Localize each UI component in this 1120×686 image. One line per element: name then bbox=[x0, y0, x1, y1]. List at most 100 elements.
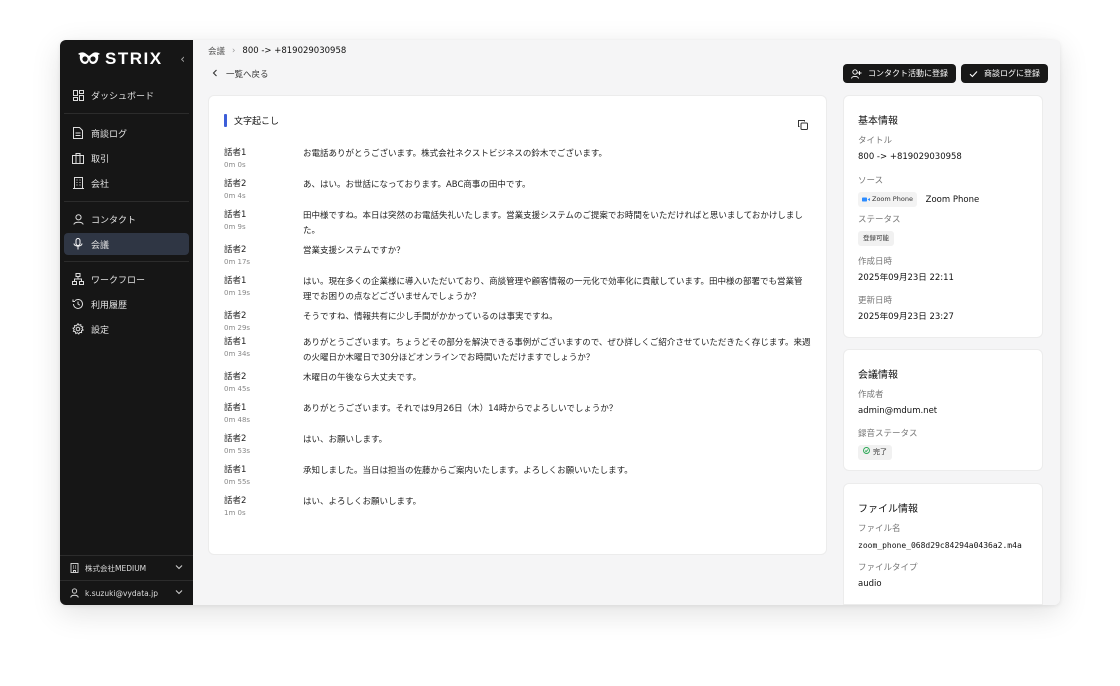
utterance-text: ありがとうございます。ちょうどその部分を解決できる事例がございますので、ぜひ詳し… bbox=[303, 338, 811, 363]
field-label: ソース bbox=[858, 176, 884, 186]
sidebar-item-label: 利用履歴 bbox=[91, 300, 128, 311]
created-value: 2025年09月23日 22:11 bbox=[858, 273, 954, 283]
basic-info-card: 基本情報 タイトル 800 -> +819029030958 ソース Zoom … bbox=[843, 95, 1043, 338]
sidebar-item-dashboard[interactable]: ダッシュボード bbox=[64, 84, 189, 106]
strix-logo-icon bbox=[77, 51, 101, 67]
speaker-name: 話者1 bbox=[224, 210, 247, 220]
meeting-info-card: 会議情報 作成者 admin@mdum.net 録音ステータス 完了 bbox=[843, 349, 1043, 471]
microphone-icon bbox=[71, 237, 85, 251]
back-label: 一覧へ戻る bbox=[226, 70, 269, 80]
utterance-text: あ、はい。お世話になっております。ABC商事の田中です。 bbox=[303, 180, 531, 190]
timestamp: 0m 55s bbox=[224, 478, 251, 486]
check-circle-icon bbox=[863, 447, 870, 458]
main-content: 会議 › 800 -> +819029030958 一覧へ戻る コンタクト活動に… bbox=[193, 40, 1060, 605]
chevron-down-icon bbox=[175, 563, 183, 572]
transcript-row: 話者1 0m 48s ありがとうございます。それでは9月26日（木）14時からでよ… bbox=[224, 403, 811, 434]
org-switcher[interactable]: 株式会社MEDIUM bbox=[60, 555, 193, 580]
file-name-value: zoom_phone_068d29c84294a0436a2.m4a bbox=[858, 541, 1022, 550]
utterance-text: 営業支援システムですか？ bbox=[303, 246, 405, 256]
field-label: 録音ステータス bbox=[858, 429, 918, 439]
check-icon bbox=[969, 70, 978, 78]
transcript-header: 文字起こし bbox=[224, 114, 279, 127]
speaker-name: 話者2 bbox=[224, 311, 247, 321]
recording-status-field: 録音ステータス 完了 bbox=[858, 429, 1034, 460]
timestamp: 0m 17s bbox=[224, 258, 251, 266]
field-label: ステータス bbox=[858, 215, 901, 225]
source-value: Zoom Phone bbox=[925, 195, 980, 205]
timestamp: 1m 0s bbox=[224, 509, 246, 517]
speaker-name: 話者1 bbox=[224, 337, 247, 347]
sidebar-item-label: 商談ログ bbox=[91, 129, 128, 140]
utterance-text: はい。現在多くの企業様に導入いただいており、商談管理や顧客情報の一元化で効率化に… bbox=[303, 277, 803, 302]
file-name-field: ファイル名 zoom_phone_068d29c84294a0436a2.m4a bbox=[858, 524, 1034, 551]
field-label: 更新日時 bbox=[858, 296, 893, 306]
updated-field: 更新日時 2025年09月23日 23:27 bbox=[858, 296, 1034, 323]
creator-field: 作成者 admin@mdum.net bbox=[858, 390, 1034, 417]
utterance-text: 木曜日の午後なら大丈夫です。 bbox=[303, 373, 422, 383]
file-info-card: ファイル情報 ファイル名 zoom_phone_068d29c84294a043… bbox=[843, 483, 1043, 605]
file-info-heading: ファイル情報 bbox=[858, 504, 918, 515]
brand-name: STRIX bbox=[105, 49, 163, 68]
sidebar-item-label: ワークフロー bbox=[91, 275, 146, 286]
utterance-text: お電話ありがとうございます。株式会社ネクストビジネスの鈴木でございます。 bbox=[303, 149, 608, 159]
timestamp: 0m 19s bbox=[224, 289, 251, 297]
history-icon bbox=[71, 297, 85, 311]
building-icon bbox=[71, 176, 85, 190]
zoom-video-icon bbox=[862, 197, 870, 202]
sidebar-item-history[interactable]: 利用履歴 bbox=[64, 293, 189, 315]
transcript-row: 話者2 0m 4s あ、はい。お世話になっております。ABC商事の田中です。 bbox=[224, 179, 811, 210]
breadcrumb-parent-link[interactable]: 会議 bbox=[208, 45, 225, 57]
sidebar-item-settings[interactable]: 設定 bbox=[64, 318, 189, 340]
title-value: 800 -> +819029030958 bbox=[858, 152, 962, 162]
timestamp: 0m 48s bbox=[224, 416, 251, 424]
creator-value: admin@mdum.net bbox=[858, 406, 938, 416]
recording-status-label: 完了 bbox=[873, 448, 887, 456]
utterance-text: ありがとうございます。それでは9月26日（木）14時からでよろしいでしょうか？ bbox=[303, 404, 618, 414]
timestamp: 0m 9s bbox=[224, 223, 246, 231]
sidebar-item-label: 会議 bbox=[91, 240, 110, 251]
sidebar-item-deal-log[interactable]: 商談ログ bbox=[64, 122, 189, 144]
field-label: ファイルタイプ bbox=[858, 563, 918, 573]
user-menu[interactable]: k.suzuki@vydata.jp bbox=[60, 580, 193, 605]
transcript-rows: 話者1 0m 0s お電話ありがとうございます。株式会社ネクストビジネスの鈴木でご… bbox=[224, 148, 811, 527]
user-icon bbox=[70, 588, 79, 598]
org-name: 株式会社MEDIUM bbox=[85, 563, 147, 573]
transcript-row: 話者2 0m 17s 営業支援システムですか？ bbox=[224, 245, 811, 276]
utterance-text: 田中様ですね。本日は突然のお電話失礼いたします。営業支援システムのご提案でお時間… bbox=[303, 211, 803, 236]
back-to-list-link[interactable]: 一覧へ戻る bbox=[212, 68, 269, 80]
user-email: k.suzuki@vydata.jp bbox=[85, 588, 159, 598]
sidebar-item-companies[interactable]: 会社 bbox=[64, 172, 189, 194]
sidebar-item-label: 取引 bbox=[91, 154, 110, 165]
file-type-value: audio bbox=[858, 579, 882, 589]
dashboard-icon bbox=[71, 88, 85, 102]
register-contact-activity-button[interactable]: コンタクト活動に登録 bbox=[843, 64, 956, 83]
speaker-name: 話者1 bbox=[224, 148, 247, 158]
speaker-name: 話者1 bbox=[224, 403, 247, 413]
register-deal-log-button[interactable]: 商談ログに登録 bbox=[961, 64, 1048, 83]
recording-status-row: 完了 bbox=[858, 445, 1034, 460]
status-value-row: 登録可能 bbox=[858, 231, 1034, 246]
sidebar-item-meetings[interactable]: 会議 bbox=[64, 233, 189, 255]
speaker-name: 話者2 bbox=[224, 434, 247, 444]
gear-icon bbox=[71, 322, 85, 336]
speaker-name: 話者1 bbox=[224, 465, 247, 475]
sidebar-divider bbox=[64, 261, 189, 262]
breadcrumb: 会議 › 800 -> +819029030958 bbox=[208, 45, 346, 57]
status-field: ステータス 登録可能 bbox=[858, 215, 1034, 246]
updated-value: 2025年09月23日 23:27 bbox=[858, 312, 954, 322]
speaker-name: 話者1 bbox=[224, 276, 247, 286]
user-icon bbox=[71, 212, 85, 226]
utterance-text: はい、お願いします。 bbox=[303, 435, 388, 445]
sidebar-item-contacts[interactable]: コンタクト bbox=[64, 208, 189, 230]
transcript-row: 話者1 0m 0s お電話ありがとうございます。株式会社ネクストビジネスの鈴木でご… bbox=[224, 148, 811, 179]
source-chip: Zoom Phone bbox=[858, 192, 917, 207]
accent-bar bbox=[224, 114, 227, 127]
collapse-sidebar-icon[interactable]: ‹ bbox=[180, 52, 185, 66]
status-badge: 登録可能 bbox=[858, 231, 894, 246]
copy-icon[interactable] bbox=[798, 115, 808, 134]
sidebar-item-workflow[interactable]: ワークフロー bbox=[64, 268, 189, 290]
sidebar-item-label: コンタクト bbox=[91, 215, 137, 226]
sidebar-item-deals[interactable]: 取引 bbox=[64, 147, 189, 169]
basic-info-heading: 基本情報 bbox=[858, 116, 898, 127]
utterance-text: 承知しました。当日は担当の佐藤からご案内いたします。よろしくお願いいたします。 bbox=[303, 466, 633, 476]
